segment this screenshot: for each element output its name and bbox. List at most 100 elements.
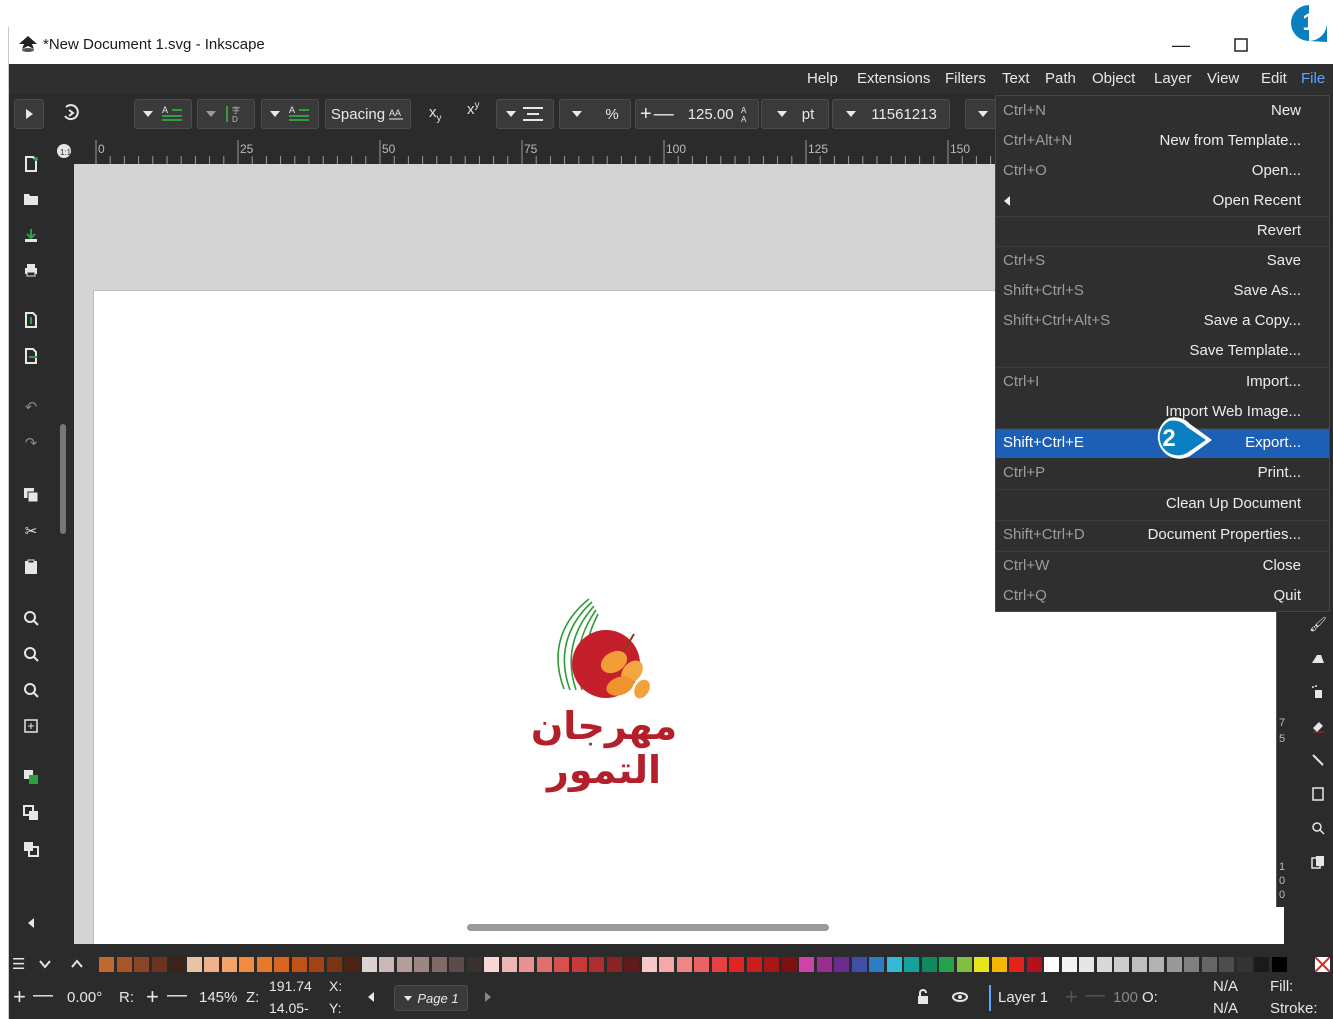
paste-icon[interactable]: [21, 557, 41, 577]
horizontal-scrollbar-thumb[interactable]: [467, 924, 829, 931]
file-menu-item[interactable]: Shift+Ctrl+S Save As...: [996, 276, 1329, 306]
color-swatch[interactable]: [1026, 957, 1042, 972]
no-paint-swatch[interactable]: [1315, 957, 1330, 972]
spray-icon[interactable]: [1309, 683, 1327, 701]
eye-icon[interactable]: [951, 988, 969, 1006]
color-swatch[interactable]: [1114, 957, 1129, 972]
file-menu-item[interactable]: Save Template...: [996, 336, 1329, 366]
clone-icon[interactable]: [21, 803, 41, 823]
color-swatch[interactable]: [536, 957, 552, 972]
opacity-minus-icon[interactable]: —: [1085, 984, 1105, 1007]
color-swatch[interactable]: [274, 957, 289, 972]
file-menu-item[interactable]: Ctrl+I Import...: [996, 367, 1329, 397]
menu-edit[interactable]: Edit: [1261, 70, 1287, 87]
duplicate-icon[interactable]: [21, 767, 41, 787]
zoom-plus-icon[interactable]: +: [146, 984, 159, 1010]
copy-icon[interactable]: [21, 485, 41, 505]
minimize-button[interactable]: —: [1169, 33, 1193, 57]
color-swatch[interactable]: [1201, 957, 1217, 972]
file-menu-item[interactable]: Ctrl+W Close: [996, 551, 1329, 581]
unit-dropdown[interactable]: pt: [761, 99, 829, 129]
color-swatch[interactable]: [151, 957, 167, 972]
color-swatch[interactable]: [204, 957, 219, 972]
palette-menu-icon[interactable]: ☰: [12, 955, 25, 973]
font-size-spinbox[interactable]: + — 125.00 AA: [635, 99, 759, 129]
save-icon[interactable]: [21, 225, 41, 245]
zoom-drawing-icon[interactable]: [21, 644, 41, 664]
color-swatch[interactable]: [781, 957, 797, 972]
color-swatch[interactable]: [974, 957, 989, 972]
zoom-minus-icon[interactable]: —: [167, 984, 187, 1007]
vertical-text-dropdown[interactable]: 字D: [197, 99, 255, 129]
color-swatch[interactable]: [606, 957, 622, 972]
subscript-icon[interactable]: xy: [429, 104, 442, 124]
text-align-dropdown[interactable]: A: [134, 99, 192, 129]
color-swatch[interactable]: [939, 957, 954, 972]
undo-icon[interactable]: ↶: [21, 397, 41, 417]
unit-percent-dropdown[interactable]: %: [559, 99, 631, 129]
color-swatch[interactable]: [1166, 957, 1182, 972]
color-swatch[interactable]: [344, 957, 359, 972]
color-swatch[interactable]: [361, 957, 377, 972]
color-swatch[interactable]: [1079, 957, 1094, 972]
file-menu-item[interactable]: Ctrl+O Open...: [996, 156, 1329, 186]
lock-icon[interactable]: [915, 988, 931, 1006]
expand-toolbar-button[interactable]: [14, 99, 44, 129]
measure-icon[interactable]: [1309, 853, 1327, 871]
print-icon[interactable]: [21, 260, 41, 280]
alignment-dropdown[interactable]: [496, 99, 554, 129]
page-selector[interactable]: Page 1: [394, 985, 468, 1011]
plus-icon[interactable]: +: [640, 103, 652, 126]
color-swatch[interactable]: [186, 957, 202, 972]
text-orientation-icon[interactable]: [61, 103, 81, 127]
menu-path[interactable]: Path: [1045, 70, 1076, 87]
file-menu-item[interactable]: Shift+Ctrl+Alt+S Save a Copy...: [996, 306, 1329, 336]
tweak-icon[interactable]: [1309, 649, 1327, 667]
color-swatch[interactable]: [1044, 957, 1059, 972]
superscript-icon[interactable]: xy: [467, 100, 480, 118]
menu-filters[interactable]: Filters: [945, 70, 986, 87]
color-swatch[interactable]: [886, 957, 902, 972]
color-swatch[interactable]: [396, 957, 412, 972]
opacity-plus-icon[interactable]: +: [1065, 984, 1078, 1010]
color-swatch[interactable]: [326, 957, 342, 972]
color-swatch[interactable]: [869, 957, 884, 972]
next-page-icon[interactable]: [483, 991, 493, 1003]
color-swatch[interactable]: [466, 957, 482, 972]
color-swatch[interactable]: [1096, 957, 1112, 972]
minus-icon[interactable]: —: [654, 103, 674, 126]
color-swatch[interactable]: [1254, 957, 1269, 972]
menu-text[interactable]: Text: [1002, 70, 1030, 87]
color-swatch[interactable]: [851, 957, 867, 972]
file-menu-item[interactable]: Ctrl+N New: [996, 96, 1329, 126]
color-swatch[interactable]: [904, 957, 919, 972]
color-swatch[interactable]: [291, 957, 307, 972]
color-swatch[interactable]: [956, 957, 972, 972]
file-menu-item[interactable]: Clean Up Document: [996, 489, 1329, 519]
eraser-icon[interactable]: [1309, 717, 1327, 735]
color-swatch[interactable]: [1219, 957, 1234, 972]
layer-label[interactable]: Layer 1: [998, 989, 1048, 1006]
color-swatch[interactable]: [134, 957, 149, 972]
rotation-value[interactable]: 0.00°: [67, 989, 102, 1006]
color-swatch[interactable]: [256, 957, 272, 972]
text-field-dropdown[interactable]: 11561213: [832, 99, 950, 129]
zoom-page-icon[interactable]: [21, 680, 41, 700]
color-swatch[interactable]: [169, 957, 184, 972]
color-swatch[interactable]: [729, 957, 744, 972]
color-swatch[interactable]: [1009, 957, 1024, 972]
open-folder-icon[interactable]: [21, 189, 41, 209]
opacity-value[interactable]: 100: [1113, 989, 1138, 1006]
color-swatch[interactable]: [1236, 957, 1252, 972]
color-swatch[interactable]: [816, 957, 832, 972]
color-swatch[interactable]: [571, 957, 587, 972]
color-swatch[interactable]: [309, 957, 324, 972]
color-swatch[interactable]: [484, 957, 499, 972]
import-icon[interactable]: [21, 310, 41, 330]
chevron-up-icon[interactable]: [71, 959, 83, 969]
menu-file[interactable]: File: [1301, 70, 1325, 87]
color-swatch[interactable]: [99, 957, 114, 972]
color-swatch[interactable]: [624, 957, 639, 972]
chevron-down-icon[interactable]: [39, 959, 51, 969]
color-swatch[interactable]: [659, 957, 674, 972]
